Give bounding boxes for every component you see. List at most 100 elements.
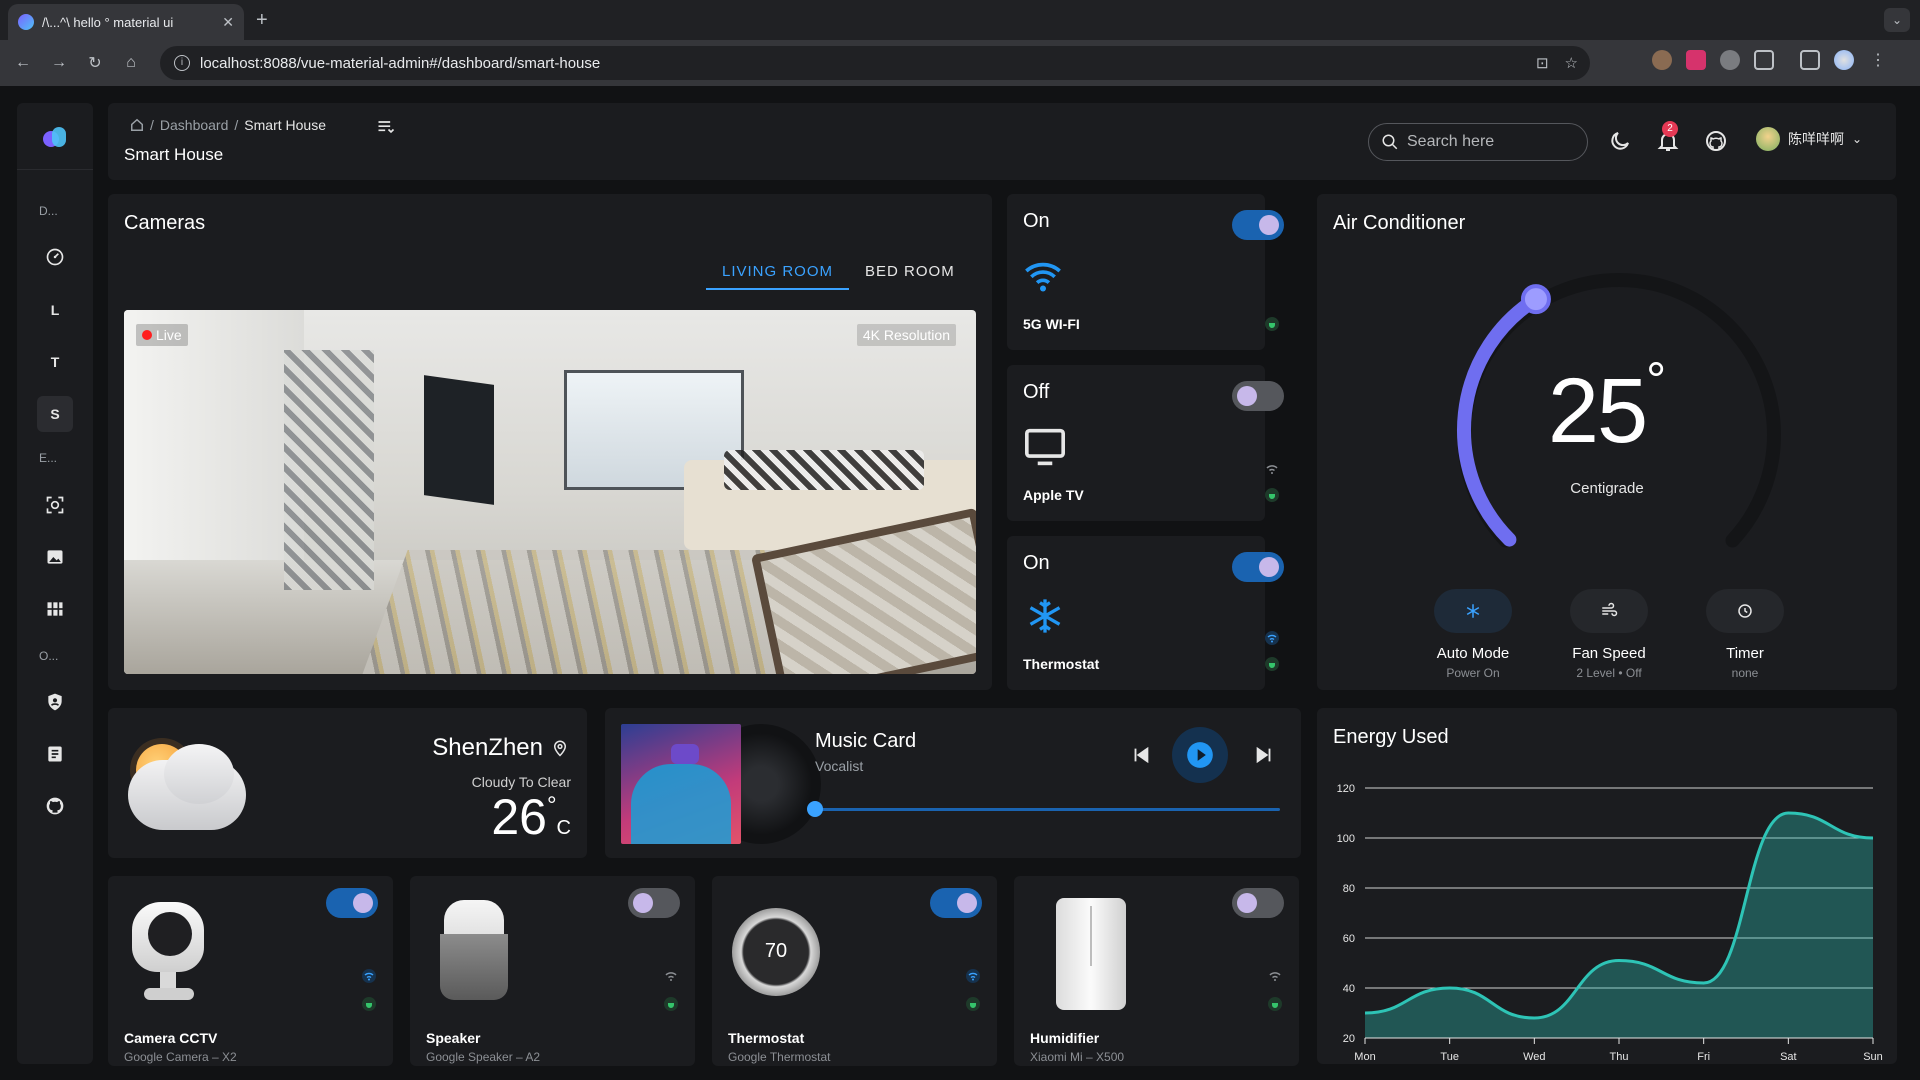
thermostat-bottom-toggle[interactable]	[930, 888, 982, 918]
cameras-title: Cameras	[124, 212, 206, 234]
progress-track[interactable]	[815, 808, 1280, 811]
clock-icon	[1738, 604, 1752, 618]
thermostat-toggle[interactable]	[1232, 552, 1284, 582]
breadcrumb-current: Smart House	[244, 117, 326, 133]
back-icon[interactable]: ←	[10, 50, 36, 76]
album-cover	[621, 724, 741, 844]
ac-title: Air Conditioner	[1333, 212, 1466, 234]
browser-tab[interactable]: /\...^\ hello ° material ui ✕	[8, 4, 244, 40]
sidebar-item-github[interactable]	[37, 788, 73, 824]
reload-icon[interactable]: ↻	[82, 50, 108, 76]
notification-badge: 2	[1662, 121, 1678, 137]
sidebar: D... L T S E... O...	[17, 103, 93, 1064]
energy-area	[1365, 813, 1873, 1038]
gauge-icon	[46, 248, 64, 266]
extension-1-icon[interactable]	[1652, 50, 1672, 70]
device-card-apple-tv: Off Apple TV	[1007, 365, 1284, 521]
apple-tv-toggle[interactable]	[1232, 381, 1284, 411]
ac-option-auto-mode[interactable]: Auto Mode Power On	[1405, 589, 1541, 680]
energy-card: Energy Used 20 40 60 80 100 120 Mon Tue Wed Thu Fr…	[1317, 708, 1897, 1064]
ac-dial-knob[interactable]	[1520, 284, 1551, 315]
y-tick-label: 20	[1343, 1033, 1355, 1045]
sidebar-item-docs[interactable]	[37, 736, 73, 772]
cameras-card: Cameras LIVING ROOM BED ROOM Live 4K Res…	[108, 194, 992, 690]
location-pin-icon	[553, 740, 567, 757]
tab-favicon-icon	[18, 14, 34, 30]
speaker-image	[430, 894, 510, 1006]
menu-toggle-icon[interactable]	[376, 117, 396, 137]
camera-toggle[interactable]	[326, 888, 378, 918]
search-input[interactable]	[1407, 133, 1567, 151]
plug-icon	[1265, 657, 1279, 671]
weather-city: ShenZhen	[432, 734, 543, 761]
camera-extension-icon[interactable]	[1720, 50, 1740, 70]
x-tick-label: Mon	[1354, 1051, 1375, 1063]
github-icon[interactable]	[1704, 129, 1728, 153]
air-conditioner-card: Air Conditioner 25° Centigrade Auto Mode…	[1317, 194, 1897, 690]
theme-toggle-icon[interactable]	[1608, 129, 1632, 153]
device-model: Xiaomi Mi – X500	[1030, 1050, 1125, 1064]
profile-icon[interactable]	[1834, 50, 1854, 70]
sidebar-item-apps[interactable]	[37, 591, 73, 627]
bookmark-star-icon[interactable]: ☆	[1565, 54, 1578, 72]
camera-feed-image[interactable]: Live 4K Resolution	[124, 310, 976, 674]
tv-icon	[1025, 428, 1065, 466]
plug-icon	[966, 997, 980, 1011]
sidebar-section-dashboard: D...	[39, 204, 58, 218]
speaker-toggle[interactable]	[628, 888, 680, 918]
y-tick-label: 60	[1343, 933, 1355, 945]
browser-menu-icon[interactable]: ⋮	[1868, 50, 1888, 70]
weather-temperature: 26°C	[491, 789, 571, 845]
sidebar-item-scan[interactable]	[37, 487, 73, 523]
device-name: Thermostat	[728, 1030, 805, 1046]
sidebar-item-l[interactable]: L	[37, 292, 73, 328]
home-icon[interactable]: ⌂	[118, 50, 144, 76]
breadcrumb-dashboard[interactable]: Dashboard	[160, 117, 229, 133]
avatar	[1756, 127, 1780, 151]
home-icon[interactable]	[130, 118, 144, 132]
snowflake-icon	[1029, 599, 1061, 633]
extension-2-icon[interactable]	[1686, 50, 1706, 70]
sidebar-section-e: E...	[39, 451, 58, 465]
site-info-icon[interactable]: i	[174, 55, 190, 71]
sidebar-item-smart-house[interactable]: S	[37, 396, 73, 432]
sidebar-item-t[interactable]: T	[37, 344, 73, 380]
app-root: D... L T S E... O... / Dashboard / Smart…	[0, 86, 1920, 1080]
close-tab-icon[interactable]: ✕	[222, 14, 234, 31]
plug-icon	[1268, 997, 1282, 1011]
device-card-thermostat: On Thermostat	[1007, 536, 1284, 690]
previous-track-icon[interactable]	[1130, 744, 1152, 766]
wind-icon	[1602, 602, 1618, 617]
github-icon	[46, 797, 64, 815]
sidebar-item-analysis[interactable]	[37, 239, 73, 275]
app-logo[interactable]	[43, 125, 69, 151]
search-box[interactable]	[1368, 123, 1588, 161]
tab-living-room[interactable]: LIVING ROOM	[706, 254, 850, 290]
plug-icon	[1265, 317, 1279, 331]
user-menu[interactable]: 陈咩咩啊 ⌄	[1756, 127, 1862, 151]
live-dot-icon	[142, 330, 152, 340]
address-bar[interactable]: i localhost:8088/vue-material-admin#/das…	[160, 46, 1590, 80]
tab-search-button[interactable]: ⌄	[1884, 8, 1910, 32]
forward-icon[interactable]: →	[46, 50, 72, 76]
new-tab-button[interactable]: +	[256, 9, 268, 32]
side-panel-icon[interactable]	[1800, 50, 1820, 70]
x-tick-label: Sun	[1863, 1051, 1883, 1063]
browser-tabstrip: /\...^\ hello ° material ui ✕ + ⌄	[0, 0, 1920, 40]
puzzle-icon[interactable]	[1754, 50, 1774, 70]
ac-temperature: 25	[1547, 360, 1648, 462]
wifi-toggle[interactable]	[1232, 210, 1284, 240]
play-button[interactable]	[1172, 727, 1228, 783]
device-state: On	[1023, 210, 1050, 232]
track-title: Music Card	[815, 730, 917, 752]
sidebar-item-permission[interactable]	[37, 684, 73, 720]
progress-thumb[interactable]	[807, 801, 823, 817]
search-icon	[1382, 134, 1398, 150]
ac-option-fan-speed[interactable]: Fan Speed 2 Level • Off	[1541, 589, 1677, 680]
sidebar-item-gallery[interactable]	[37, 539, 73, 575]
translate-icon[interactable]: ⊡	[1536, 54, 1549, 72]
next-track-icon[interactable]	[1253, 744, 1275, 766]
humidifier-toggle[interactable]	[1232, 888, 1284, 918]
ac-option-timer[interactable]: Timer none	[1677, 589, 1813, 680]
tab-bed-room[interactable]: BED ROOM	[849, 254, 971, 290]
